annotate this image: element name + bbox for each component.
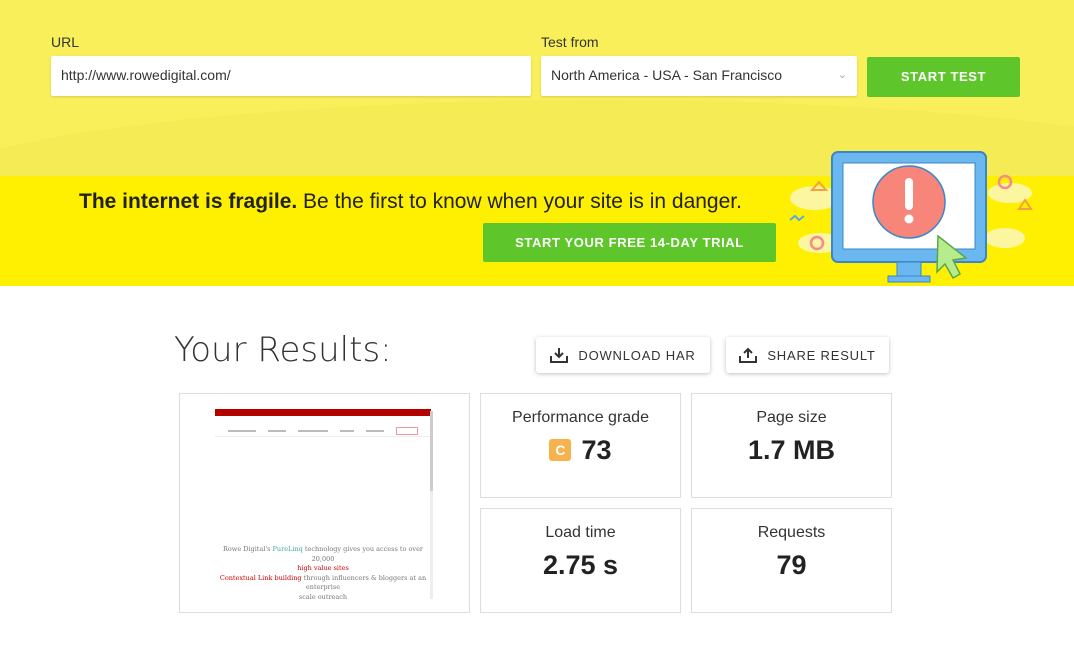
thumb-text: scale outreach (298, 592, 348, 601)
load-time-card: Load time 2.75 s (480, 508, 681, 613)
test-from-label: Test from (541, 34, 599, 50)
share-result-label: SHARE RESULT (767, 347, 876, 363)
page-screenshot-thumbnail: Rowe Digital's PureLinq technology gives… (179, 393, 470, 613)
requests-value: 79 (776, 550, 807, 580)
url-label: URL (51, 34, 80, 50)
thumb-header-bar (215, 409, 431, 416)
banner-message: The internet is fragile. Be the first to… (79, 190, 742, 214)
start-test-button[interactable]: START TEST (867, 57, 1020, 97)
results-title: Your Results: (174, 330, 392, 370)
thumb-text: high value sites (297, 564, 349, 572)
grade-value: 73 (581, 435, 612, 465)
load-value: 2.75 s (542, 550, 619, 580)
thumb-text: Rowe Digital's (222, 545, 273, 553)
thumb-nav (215, 425, 431, 437)
download-icon (550, 348, 569, 363)
requests-card: Requests 79 (691, 508, 892, 613)
thumb-text: PureLinq (272, 545, 303, 553)
monitor-alert-illustration (789, 151, 1033, 283)
page-size-card: Page size 1.7 MB (691, 393, 892, 498)
chevron-down-icon: ⌄ (837, 69, 847, 81)
grade-label: Performance grade (512, 409, 649, 426)
share-result-button[interactable]: SHARE RESULT (726, 337, 889, 373)
download-har-label: DOWNLOAD HAR (578, 347, 696, 363)
banner-text: Be the first to know when your site is i… (297, 190, 742, 213)
banner-bold: The internet is fragile. (79, 190, 298, 213)
thumb-text: Contextual Link building (219, 573, 302, 582)
test-from-value: North America - USA - San Francisco (551, 67, 783, 83)
test-from-select[interactable]: North America - USA - San Francisco ⌄ (541, 56, 857, 96)
load-label: Load time (545, 524, 616, 541)
upload-icon (739, 347, 758, 363)
thumb-hero-text: Rowe Digital's PureLinq technology gives… (215, 545, 431, 602)
free-trial-button[interactable]: START YOUR FREE 14-DAY TRIAL (483, 223, 776, 262)
url-input[interactable]: http://www.rowedigital.com/ (51, 56, 531, 96)
size-label: Page size (756, 409, 827, 426)
thumb-text: through influencers & bloggers at an ent… (301, 573, 427, 592)
download-har-button[interactable]: DOWNLOAD HAR (536, 337, 710, 373)
requests-label: Requests (757, 524, 826, 541)
thumb-text: technology gives you access to over 20,0… (302, 545, 424, 563)
performance-grade-card: Performance grade C 73 (480, 393, 681, 498)
grade-badge: C (549, 439, 572, 461)
size-value: 1.7 MB (747, 435, 836, 465)
